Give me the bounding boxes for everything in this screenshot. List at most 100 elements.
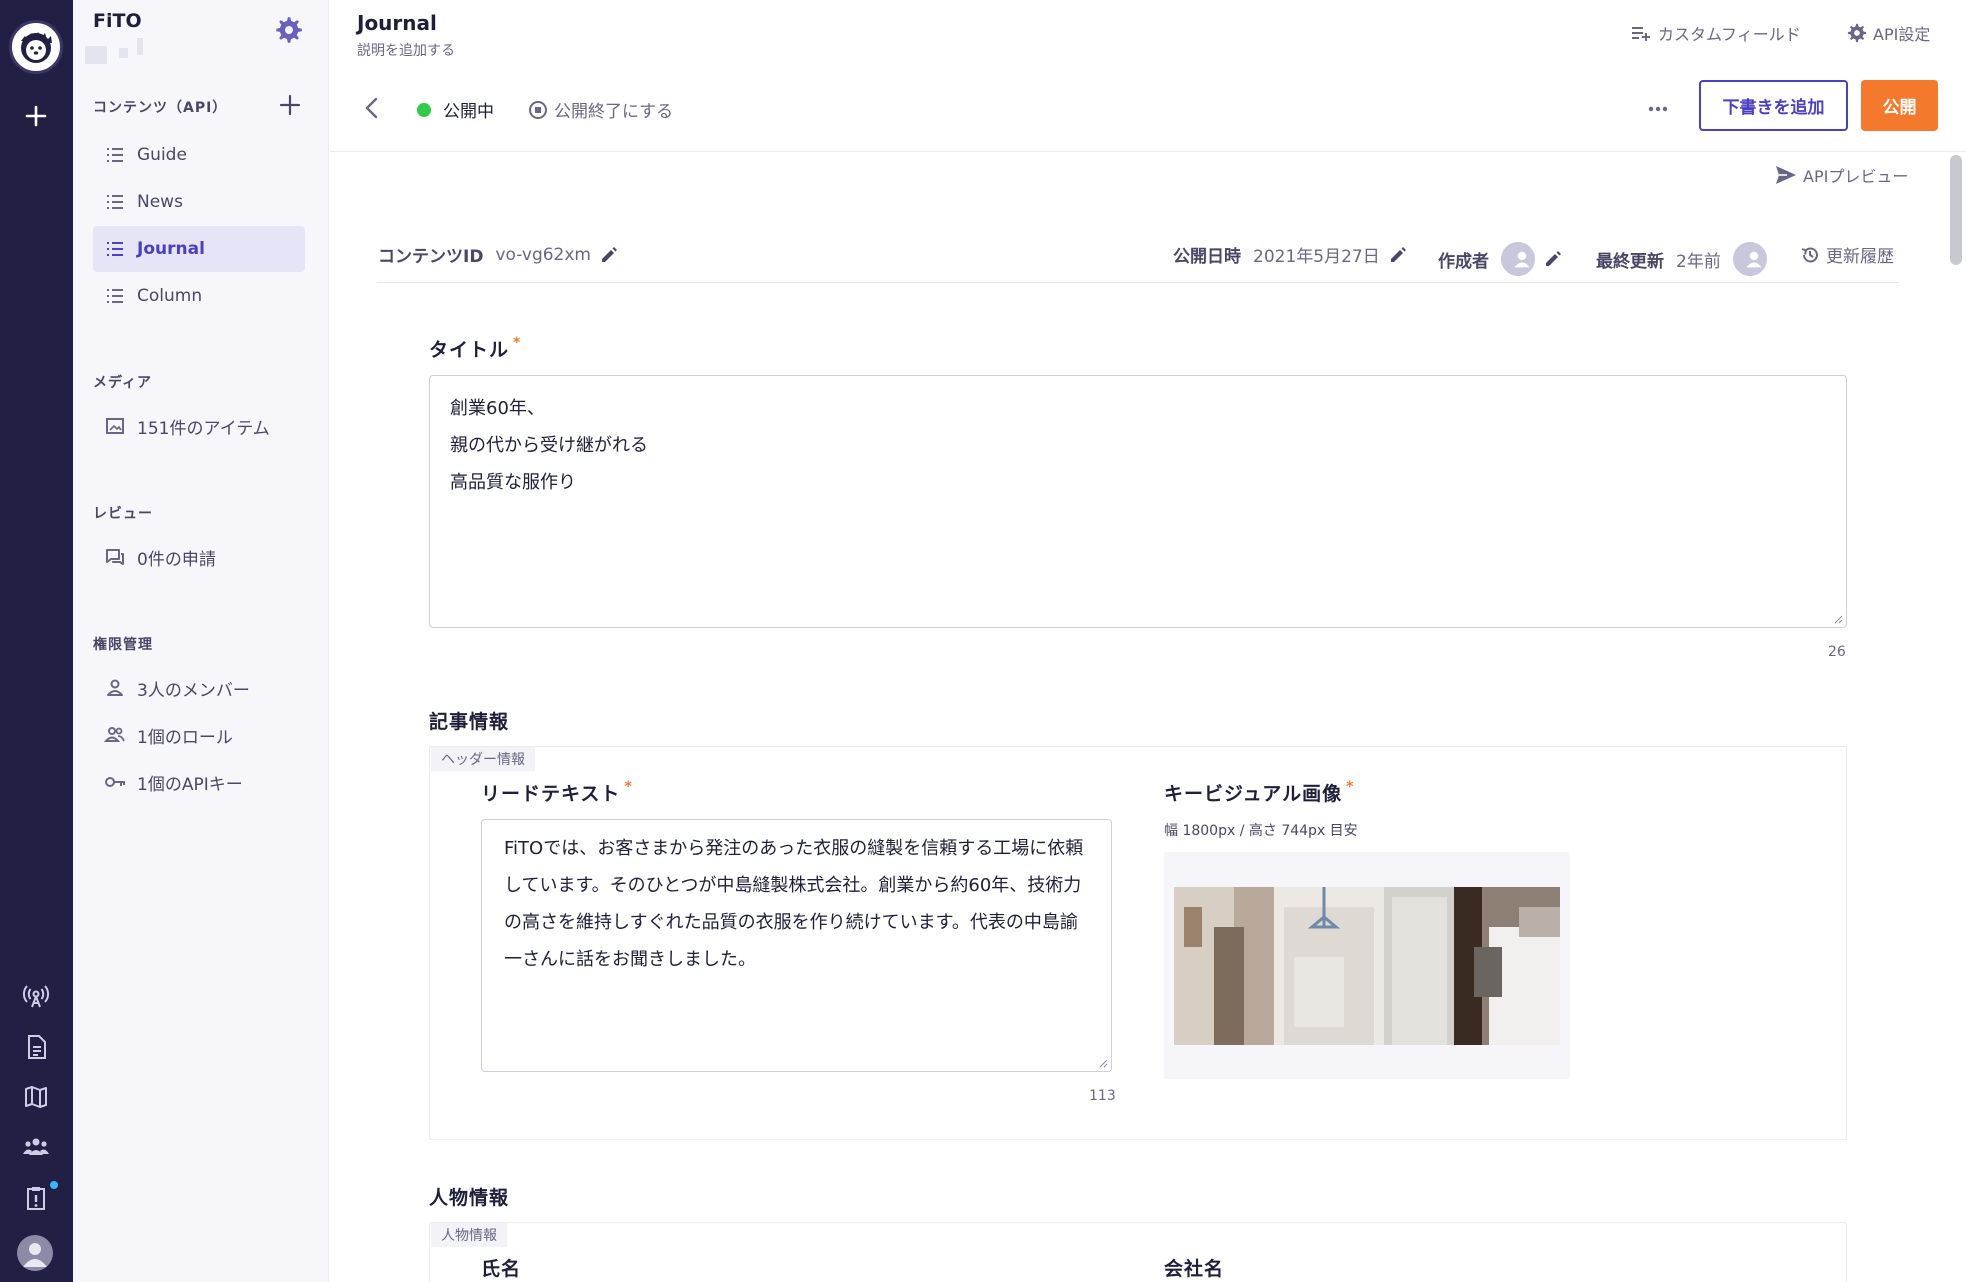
key-visual-image[interactable] (1174, 887, 1560, 1045)
lead-label-text: リードテキスト (481, 783, 621, 805)
list-icon (103, 284, 127, 308)
scrollbar-thumb[interactable] (1950, 155, 1962, 265)
sidebar-item-roles[interactable]: 1個のロール (93, 712, 305, 758)
add-api-icon[interactable] (278, 93, 302, 117)
map-icon[interactable] (22, 1083, 50, 1111)
list-icon (103, 143, 127, 167)
content-id-label: コンテンツID (378, 247, 484, 267)
app-rail (0, 0, 73, 1282)
unpublish-label: 公開終了にする (554, 102, 674, 122)
sidebar-item-label: 3人のメンバー (137, 680, 250, 701)
sidebar-item-media[interactable]: 151件のアイテム (93, 403, 305, 449)
section-media: メディア (93, 375, 153, 391)
last-updated-meta: 最終更新 2年前 (1596, 242, 1767, 276)
section-permissions: 権限管理 (93, 637, 153, 653)
title-line: 高品質な服作り (450, 472, 576, 493)
pencil-icon[interactable] (599, 245, 619, 265)
sidebar-item-journal[interactable]: Journal (93, 226, 305, 272)
sidebar-item-label: 151件のアイテム (137, 418, 270, 439)
send-icon (1776, 166, 1796, 184)
title-label-text: タイトル (429, 339, 510, 361)
custom-fields-label: カスタムフィールド (1658, 25, 1801, 44)
title-char-count: 26 (1828, 644, 1846, 660)
lead-textarea[interactable]: FiTOでは、お客さまから発注のあった衣服の縫製を信頼する工場に依頼しています。… (481, 819, 1112, 1072)
lead-char-count: 113 (1089, 1088, 1116, 1104)
sidebar: FiTO コンテンツ（API） Guide News Journal Colum… (73, 0, 329, 1282)
user-avatar[interactable] (17, 1235, 53, 1271)
sidebar-item-label: Guide (137, 145, 187, 165)
team-icon[interactable] (22, 1133, 50, 1161)
api-settings-label: API設定 (1873, 25, 1931, 44)
header-info-tag: ヘッダー情報 (431, 747, 535, 771)
published-date-value: 2021年5月27日 (1253, 247, 1380, 267)
person-info-group (429, 1222, 1847, 1282)
list-icon (103, 190, 127, 214)
name-field-label: 氏名 (481, 1258, 522, 1280)
stop-circle-icon (529, 100, 547, 119)
sidebar-item-news[interactable]: News (93, 179, 305, 225)
broadcast-icon[interactable] (22, 982, 50, 1010)
content-id-value: vo-vg62xm (495, 244, 591, 265)
service-name: FiTO (93, 10, 142, 32)
gear-icon[interactable] (275, 16, 303, 44)
key-visual-label: キービジュアル画像 * (1164, 779, 1354, 806)
unpublish-button[interactable]: 公開終了にする (528, 97, 673, 122)
sidebar-item-label: Journal (137, 239, 205, 259)
playlist-add-icon (1632, 27, 1650, 41)
image-icon (103, 414, 127, 438)
required-mark: * (1346, 779, 1355, 795)
person-info-heading: 人物情報 (429, 1187, 510, 1209)
resize-grip-icon[interactable] (1098, 1058, 1108, 1068)
last-updated-label: 最終更新 (1596, 251, 1664, 272)
sidebar-item-column[interactable]: Column (93, 273, 305, 319)
status-dot (417, 102, 431, 117)
document-icon[interactable] (22, 1033, 50, 1061)
user-icon (1746, 251, 1762, 268)
sidebar-item-guide[interactable]: Guide (93, 132, 305, 178)
add-description-link[interactable]: 説明を追加する (357, 40, 455, 60)
title-textarea[interactable]: 創業60年、 親の代から受け継がれる 高品質な服作り (429, 375, 1847, 628)
sidebar-item-label: News (137, 192, 183, 212)
title-line: 親の代から受け継がれる (450, 435, 648, 456)
people-icon (103, 723, 127, 747)
updater-avatar (1732, 242, 1767, 276)
history-link[interactable]: 更新履歴 (1800, 242, 1894, 267)
custom-fields-link[interactable]: カスタムフィールド (1630, 21, 1801, 45)
service-logo[interactable] (9, 20, 63, 74)
sidebar-item-label: 1個のロール (137, 727, 233, 748)
add-service-icon[interactable] (22, 102, 50, 130)
pencil-icon[interactable] (1543, 249, 1563, 269)
gear-icon (1847, 23, 1867, 43)
user-icon (23, 1243, 47, 1267)
sidebar-item-api-keys[interactable]: 1個のAPIキー (93, 759, 305, 805)
publish-button[interactable]: 公開 (1861, 80, 1938, 131)
history-icon (1801, 247, 1818, 262)
status-badge: 公開中 (417, 97, 494, 122)
lead-text-label: リードテキスト * (481, 779, 633, 806)
hedgehog-logo-icon (21, 32, 52, 63)
sidebar-item-members[interactable]: 3人のメンバー (93, 665, 305, 711)
author-meta: 作成者 (1438, 242, 1563, 276)
api-preview-link[interactable]: APIプレビュー (1775, 163, 1908, 187)
api-preview-label: APIプレビュー (1803, 167, 1909, 186)
status-label: 公開中 (443, 102, 494, 122)
sidebar-item-label: 1個のAPIキー (137, 774, 243, 795)
more-options-icon[interactable] (1645, 96, 1671, 122)
sidebar-item-review[interactable]: 0件の申請 (93, 534, 305, 580)
required-mark: * (513, 335, 522, 351)
pencil-icon[interactable] (1388, 245, 1408, 265)
add-draft-button[interactable]: 下書きを追加 (1699, 80, 1848, 131)
report-icon[interactable] (22, 1184, 50, 1212)
resize-grip-icon[interactable] (1833, 614, 1843, 624)
published-date-meta: 公開日時 2021年5月27日 (1173, 242, 1408, 267)
list-icon (103, 237, 127, 261)
article-info-heading: 記事情報 (429, 711, 510, 733)
kv-label-text: キービジュアル画像 (1164, 783, 1343, 805)
key-icon (103, 770, 127, 794)
api-settings-link[interactable]: API設定 (1847, 21, 1930, 45)
lead-text: FiTOでは、お客さまから発注のあった衣服の縫製を信頼する工場に依頼しています。… (504, 838, 1084, 970)
person-info-tag: 人物情報 (431, 1223, 507, 1247)
back-arrow-icon[interactable] (360, 96, 384, 120)
service-domain-placeholder (85, 38, 143, 64)
notification-dot (50, 1181, 58, 1189)
